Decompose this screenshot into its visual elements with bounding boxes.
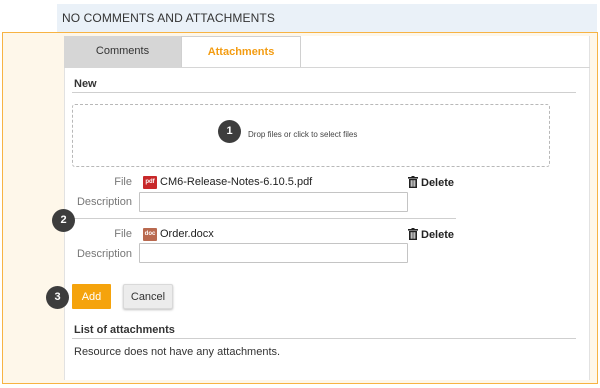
step-badge-3: 3 [46,286,69,309]
description-input[interactable] [139,192,408,212]
trash-icon [408,176,418,188]
file-label: File [114,228,132,240]
delete-file-button[interactable]: Delete [408,176,454,189]
tab-divider [64,67,590,68]
step-badge-1: 1 [218,120,241,143]
add-button[interactable]: Add [72,284,111,309]
delete-label: Delete [421,177,455,189]
description-label: Description [76,196,132,208]
file-name: Order.docx [160,228,214,240]
tab-comments[interactable]: Comments [64,36,181,67]
dropzone-hint: Drop files or click to select files [248,130,358,139]
description-input[interactable] [139,243,408,263]
file-name: CM6-Release-Notes-6.10.5.pdf [160,176,313,188]
file-label: File [114,176,132,188]
tab-attachments[interactable]: Attachments [181,36,301,68]
delete-label: Delete [421,229,455,241]
list-section-title: List of attachments [74,324,175,336]
empty-attachments-message: Resource does not have any attachments. [74,346,281,358]
new-section-title: New [74,78,97,90]
page-heading: NO COMMENTS AND ATTACHMENTS [57,4,597,32]
file-separator [73,218,456,219]
doc-file-icon: doc [143,228,157,241]
new-section-divider [72,92,576,93]
description-label: Description [76,248,132,260]
delete-file-button[interactable]: Delete [408,228,454,241]
cancel-button[interactable]: Cancel [123,284,173,309]
trash-icon [408,228,418,240]
list-section-divider [72,338,576,339]
pdf-file-icon: pdf [143,176,157,189]
